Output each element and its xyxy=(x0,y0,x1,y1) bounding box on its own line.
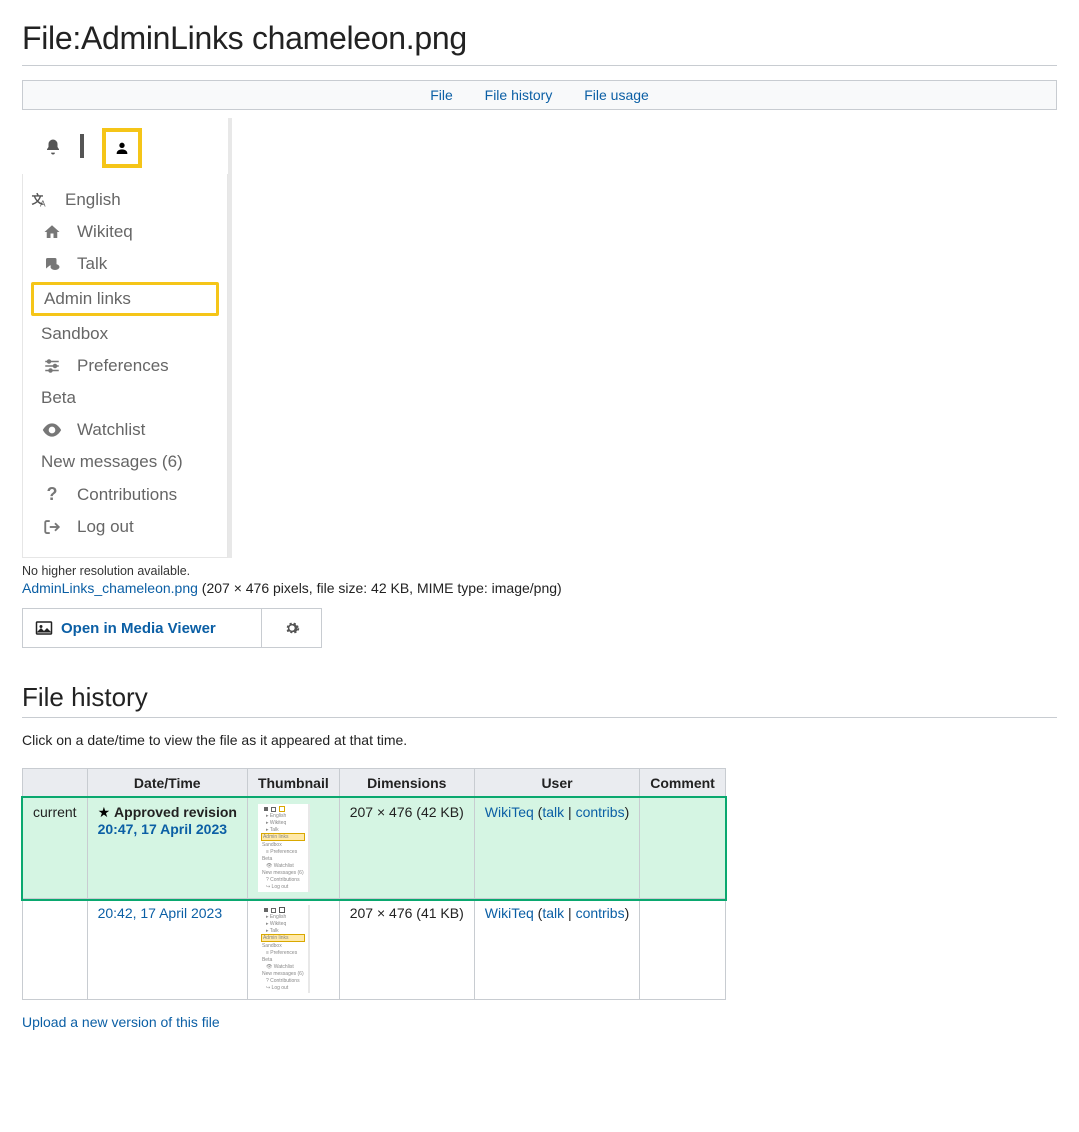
user-link[interactable]: WikiTeq xyxy=(485,905,534,921)
comment-cell xyxy=(640,899,726,1000)
current-cell: current xyxy=(23,798,88,899)
user-menu-panel: 文A English Wikiteq Talk Admin links Sand… xyxy=(22,174,228,558)
thumbnail-image: ▸ English ▸ Wikiteq ▸ Talk Admin links S… xyxy=(258,804,310,892)
toc-file-link[interactable]: File xyxy=(430,87,453,103)
chat-icon xyxy=(41,255,63,273)
col-user: User xyxy=(474,769,640,798)
file-history-table: Date/Time Thumbnail Dimensions User Comm… xyxy=(22,768,726,1000)
user-cell: WikiTeq (talk | contribs) xyxy=(474,798,640,899)
menu-item-label: Log out xyxy=(77,517,134,537)
gear-icon xyxy=(284,620,300,636)
toc-box: File File history File usage xyxy=(22,80,1057,110)
user-link[interactable]: WikiTeq xyxy=(485,804,534,820)
col-blank xyxy=(23,769,88,798)
datetime-cell: ★ Approved revision 20:47, 17 April 2023 xyxy=(87,798,247,899)
thumbnail-cell[interactable]: ▸ English ▸ Wikiteq ▸ Talk Admin links S… xyxy=(247,899,339,1000)
user-contribs-link[interactable]: contribs xyxy=(576,905,625,921)
col-datetime: Date/Time xyxy=(87,769,247,798)
menu-item-label: Wikiteq xyxy=(77,222,133,242)
revision-datetime-link[interactable]: 20:42, 17 April 2023 xyxy=(98,905,223,921)
upload-new-version-link[interactable]: Upload a new version of this file xyxy=(22,1014,220,1030)
image-icon xyxy=(35,619,53,637)
table-row: 20:42, 17 April 2023 ▸ English ▸ Wikiteq… xyxy=(23,899,726,1000)
menu-item-label: Beta xyxy=(41,388,76,408)
col-thumbnail: Thumbnail xyxy=(247,769,339,798)
thumbnail-image: ▸ English ▸ Wikiteq ▸ Talk Admin links S… xyxy=(258,905,310,993)
file-history-hint: Click on a date/time to view the file as… xyxy=(22,732,1057,748)
toc-usage-link[interactable]: File usage xyxy=(584,87,649,103)
menu-item-label: Contributions xyxy=(77,485,177,505)
menu-item-label: New messages (6) xyxy=(41,452,183,472)
menu-item-admin-links-highlighted: Admin links xyxy=(31,282,219,316)
col-dimensions: Dimensions xyxy=(339,769,474,798)
file-history-heading: File history xyxy=(22,682,1057,713)
revision-datetime-link[interactable]: 20:47, 17 April 2023 xyxy=(98,821,227,837)
comment-cell xyxy=(640,798,726,899)
no-higher-resolution-text: No higher resolution available. xyxy=(22,564,1057,578)
title-divider xyxy=(22,65,1057,66)
menu-item-label: Talk xyxy=(77,254,107,274)
original-file-link[interactable]: AdminLinks_chameleon.png xyxy=(22,580,198,596)
menu-item-label: Sandbox xyxy=(41,324,108,344)
sliders-icon xyxy=(41,357,63,375)
section-divider xyxy=(22,717,1057,718)
table-row: current ★ Approved revision 20:47, 17 Ap… xyxy=(23,798,726,899)
signout-icon xyxy=(41,518,63,536)
user-contribs-link[interactable]: contribs xyxy=(576,804,625,820)
current-cell xyxy=(23,899,88,1000)
svg-text:A: A xyxy=(40,199,46,209)
home-icon xyxy=(41,223,63,241)
question-icon: ? xyxy=(41,484,63,505)
user-cell: WikiTeq (talk | contribs) xyxy=(474,899,640,1000)
menu-item-label: Watchlist xyxy=(77,420,145,440)
bell-icon xyxy=(44,138,62,159)
eye-icon xyxy=(41,423,63,437)
datetime-cell: 20:42, 17 April 2023 xyxy=(87,899,247,1000)
language-icon: 文A xyxy=(29,190,51,210)
open-media-viewer-button[interactable]: Open in Media Viewer xyxy=(23,609,261,647)
star-icon: ★ xyxy=(98,804,114,820)
dimensions-cell: 207 × 476 (41 KB) xyxy=(339,899,474,1000)
user-talk-link[interactable]: talk xyxy=(542,804,564,820)
dimensions-cell: 207 × 476 (42 KB) xyxy=(339,798,474,899)
toc-history-link[interactable]: File history xyxy=(485,87,553,103)
file-info: AdminLinks_chameleon.png (207 × 476 pixe… xyxy=(22,580,1057,596)
media-viewer-settings-button[interactable] xyxy=(261,609,321,647)
page-title: File:AdminLinks chameleon.png xyxy=(22,20,1057,57)
col-comment: Comment xyxy=(640,769,726,798)
inbox-icon xyxy=(80,140,84,156)
menu-item-label: Preferences xyxy=(77,356,169,376)
media-viewer-box: Open in Media Viewer xyxy=(22,608,322,648)
user-talk-link[interactable]: talk xyxy=(542,905,564,921)
user-icon xyxy=(102,128,142,168)
file-preview[interactable]: 文A English Wikiteq Talk Admin links Sand… xyxy=(22,118,232,558)
thumbnail-cell[interactable]: ▸ English ▸ Wikiteq ▸ Talk Admin links S… xyxy=(247,798,339,899)
menu-lang-label: English xyxy=(65,190,121,210)
